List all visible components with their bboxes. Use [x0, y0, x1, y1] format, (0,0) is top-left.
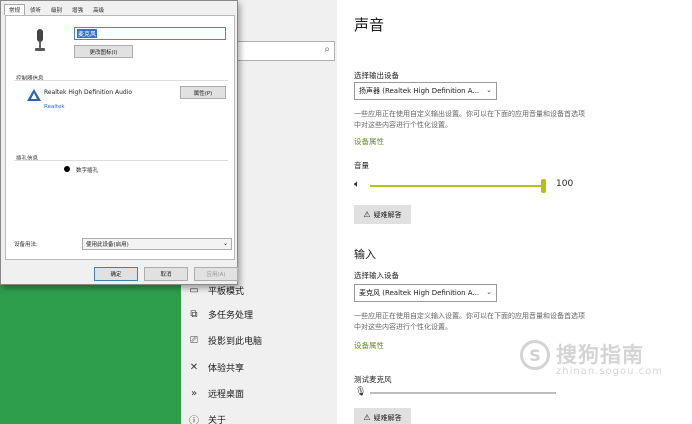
- nav-item-label: 关于: [208, 415, 227, 424]
- nav-item-remote-desktop[interactable]: » 远程桌面: [187, 382, 337, 404]
- nav-item-label: 平板模式: [208, 286, 245, 297]
- output-device-properties-link[interactable]: 设备属性: [354, 136, 384, 147]
- chevron-down-icon: ⌄: [222, 240, 228, 247]
- nav-item-about[interactable]: ⓘ 关于: [187, 408, 337, 424]
- nav-item-label: 远程桌面: [208, 389, 245, 400]
- chevron-down-icon: ⌄: [486, 288, 492, 296]
- device-usage-label: 设备用法:: [14, 242, 38, 248]
- tab-levels[interactable]: 级别: [46, 4, 67, 15]
- nav-item-shared-experience[interactable]: ✕ 体验共享: [187, 356, 337, 378]
- jack-indicator-icon: [64, 166, 70, 172]
- project-icon: ⎚: [190, 334, 198, 346]
- watermark-url: zhinan.sogou.com: [556, 366, 664, 377]
- device-name-value: 麦克风: [77, 29, 98, 38]
- nav-item-label: 多任务处理: [208, 310, 254, 321]
- tab-listen[interactable]: 侦听: [25, 4, 46, 15]
- chevron-down-icon: ⌄: [486, 86, 492, 94]
- settings-search-box[interactable]: ⌕: [231, 41, 335, 61]
- nav-item-label: 体验共享: [208, 363, 245, 374]
- volume-label: 音量: [354, 161, 369, 170]
- remote-icon: »: [190, 387, 198, 399]
- troubleshoot-label: 疑难解答: [373, 413, 402, 422]
- troubleshoot-label: 疑难解答: [373, 210, 402, 219]
- output-troubleshoot-button[interactable]: ⚠ 疑难解答: [354, 205, 411, 224]
- volume-value: 100: [556, 179, 574, 189]
- volume-slider[interactable]: [370, 179, 546, 193]
- tablet-icon: ▭: [189, 284, 199, 296]
- apply-button[interactable]: 应用(A): [194, 267, 238, 281]
- realtek-logo-icon: [27, 89, 41, 101]
- watermark-text: 搜狗指南: [556, 343, 644, 367]
- microphone-icon: 🎙︎: [355, 387, 367, 397]
- input-device-value: 麦克风 (Realtek High Definition A...: [359, 289, 480, 297]
- ok-button[interactable]: 确定: [94, 267, 138, 281]
- controller-vendor-link[interactable]: Realtek: [44, 104, 65, 110]
- nav-item-project[interactable]: ⎚ 投影到此电脑: [187, 329, 337, 351]
- output-device-label: 选择输出设备: [354, 71, 399, 80]
- properties-button[interactable]: 属性(P): [180, 86, 226, 99]
- volume-slider-fill: [370, 185, 546, 187]
- volume-slider-thumb[interactable]: [541, 179, 546, 193]
- test-mic-label: 测试麦克风: [354, 375, 392, 384]
- controller-name: Realtek High Definition Audio: [44, 89, 133, 96]
- sogou-watermark: S 搜狗指南 zhinan.sogou.com: [520, 336, 692, 380]
- microphone-icon: [35, 29, 45, 51]
- desktop-wallpaper: [0, 275, 181, 424]
- controller-divider: [14, 80, 228, 81]
- jack-divider: [14, 160, 228, 161]
- cancel-button[interactable]: 取消: [144, 267, 188, 281]
- change-icon-button[interactable]: 更改图标(I): [74, 45, 133, 58]
- sogou-logo-icon: S: [520, 340, 550, 370]
- device-name-input[interactable]: 麦克风: [74, 27, 226, 40]
- page-title: 声音: [354, 16, 385, 34]
- input-device-dropdown[interactable]: 麦克风 (Realtek High Definition A... ⌄: [354, 284, 497, 302]
- output-description: 一些应用正在使用自定义输出设置。你可以在下面的应用音量和设备首选项中对这些内容进…: [354, 110, 585, 129]
- input-device-properties-link[interactable]: 设备属性: [354, 340, 384, 351]
- search-icon: ⌕: [324, 44, 330, 55]
- multitask-icon: ⧉: [190, 308, 198, 320]
- output-device-value: 扬声器 (Realtek High Definition A...: [359, 87, 480, 95]
- tab-general[interactable]: 常规: [4, 4, 26, 15]
- input-troubleshoot-button[interactable]: ⚠ 疑难解答: [354, 408, 411, 424]
- dialog-tabs: 常规 侦听 级别 增强 高级: [4, 4, 109, 15]
- nav-item-label: 投影到此电脑: [208, 336, 263, 347]
- general-tab-panel: 麦克风 更改图标(I) 控制器信息 Realtek High Definitio…: [5, 15, 235, 260]
- input-device-label: 选择输入设备: [354, 271, 399, 280]
- output-device-dropdown[interactable]: 扬声器 (Realtek High Definition A... ⌄: [354, 82, 497, 100]
- speaker-icon: 🔈︎: [354, 179, 360, 190]
- tab-enhancements[interactable]: 增强: [67, 4, 88, 15]
- microphone-properties-dialog: 常规 侦听 级别 增强 高级 麦克风 更改图标(I) 控制器信息 Realtek…: [0, 0, 238, 285]
- tab-advanced[interactable]: 高级: [88, 4, 109, 15]
- nav-item-multitasking[interactable]: ⧉ 多任务处理: [187, 303, 337, 325]
- share-icon: ✕: [189, 361, 199, 373]
- info-icon: ⓘ: [189, 415, 199, 424]
- device-usage-select[interactable]: 使用此设备(启用) ⌄: [82, 238, 232, 250]
- warning-icon: ⚠: [363, 413, 371, 422]
- mic-level-meter: [370, 392, 556, 394]
- jack-text: 数字插孔: [76, 168, 99, 174]
- warning-icon: ⚠: [363, 210, 371, 219]
- input-section-title: 输入: [354, 248, 376, 261]
- input-description: 一些应用正在使用自定义输入设置。你可以在下面的应用音量和设备首选项中对这些内容进…: [354, 312, 585, 331]
- device-usage-value: 使用此设备(启用): [86, 242, 129, 248]
